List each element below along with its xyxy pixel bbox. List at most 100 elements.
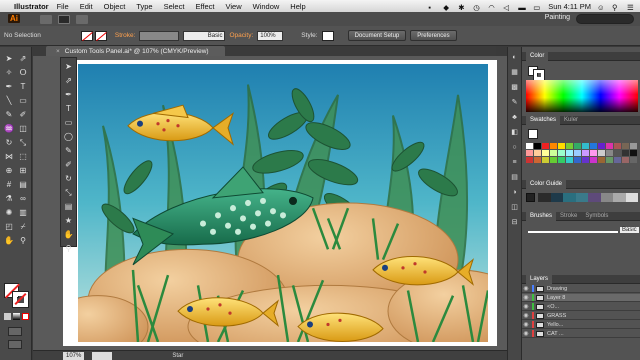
column-graph-icon[interactable]: ▥	[17, 207, 29, 218]
rotate-tool-icon[interactable]: ↻	[63, 173, 75, 184]
current-tool-status[interactable]: Star	[172, 353, 183, 359]
document-tab[interactable]: × Custom Tools Panel.ai* @ 107% (CMYK/Pr…	[46, 46, 225, 56]
layer-row[interactable]: ◉ CAT ...	[522, 330, 640, 338]
color-swatch[interactable]	[550, 157, 557, 163]
user-icon[interactable]: ☺	[597, 3, 606, 12]
symbol-sprayer-icon[interactable]: ✺	[3, 207, 15, 218]
scale-tool-icon[interactable]: ⤡	[63, 187, 75, 198]
color-swatch[interactable]	[542, 150, 549, 156]
layer-name[interactable]: CAT ...	[547, 331, 564, 337]
hand-tool-icon[interactable]: ✋	[3, 235, 15, 246]
layer-name[interactable]: <O...	[547, 304, 559, 310]
direct-selection-icon[interactable]: ⇗	[17, 53, 29, 64]
preferences-button[interactable]: Preferences	[410, 30, 457, 41]
color-swatch[interactable]	[598, 157, 605, 163]
color-spectrum[interactable]	[526, 80, 638, 112]
blob-brush-icon[interactable]: ♒	[3, 123, 15, 134]
color-swatch[interactable]	[534, 157, 541, 163]
color-swatch[interactable]	[582, 143, 589, 149]
layer-row[interactable]: ◉ Layer 8	[522, 294, 640, 302]
gradient-icon[interactable]: ▤	[510, 173, 520, 182]
color-swatch[interactable]	[590, 143, 597, 149]
slice-tool-icon[interactable]: ⌿	[17, 221, 29, 232]
swatches-grid[interactable]	[526, 143, 638, 163]
zoom-tool-icon[interactable]: ⚲	[63, 243, 75, 254]
layer-name[interactable]: GRASS	[547, 313, 566, 319]
clock[interactable]: Sun 4:11 PM	[548, 2, 591, 11]
guide-base-color[interactable]	[526, 193, 535, 202]
selection-tool-icon[interactable]: ➤	[3, 53, 15, 64]
color-swatch[interactable]	[622, 157, 629, 163]
color-swatch[interactable]	[598, 143, 605, 149]
search-help-input[interactable]	[576, 14, 634, 24]
rotate-tool-icon[interactable]: ↻	[3, 137, 15, 148]
direct-selection-icon[interactable]: ⇗	[63, 75, 75, 86]
color-swatch[interactable]	[550, 143, 557, 149]
color-swatch[interactable]	[566, 157, 573, 163]
opacity-field[interactable]: 100%	[257, 30, 284, 41]
graphic-styles-icon[interactable]: ◧	[510, 128, 520, 137]
free-transform-icon[interactable]: ⬚	[17, 151, 29, 162]
close-tab-icon[interactable]: ×	[56, 48, 60, 55]
brushes-tab[interactable]: Brushes	[526, 211, 557, 221]
color-swatch[interactable]	[606, 157, 613, 163]
layer-row[interactable]: ◉ <O...	[522, 303, 640, 311]
star-tool-icon[interactable]: ★	[63, 215, 75, 226]
swatches-icon[interactable]: ▩	[510, 83, 520, 92]
color-swatch[interactable]	[614, 150, 621, 156]
color-swatch[interactable]	[622, 143, 629, 149]
visibility-eye-icon[interactable]: ◉	[522, 312, 530, 319]
paintbrush-icon[interactable]: ✎	[63, 145, 75, 156]
pen-tool-icon[interactable]: ✒	[63, 89, 75, 100]
color-swatch[interactable]	[574, 150, 581, 156]
color-stroke-swatch[interactable]	[533, 69, 545, 81]
color-swatch[interactable]	[566, 143, 573, 149]
time-machine-icon[interactable]: ◷	[473, 3, 482, 12]
visibility-eye-icon[interactable]: ◉	[522, 330, 530, 337]
layer-row[interactable]: ◉ Yello...	[522, 321, 640, 329]
transparency-icon[interactable]: ◑	[510, 188, 520, 197]
scale-tool-icon[interactable]: ⤡	[17, 137, 29, 148]
color-swatch[interactable]	[542, 157, 549, 163]
fill-stroke-control[interactable]	[4, 283, 30, 308]
rectangle-tool-icon[interactable]: ▭	[63, 117, 75, 128]
artboard-navigation[interactable]	[92, 351, 113, 360]
stroke-tab[interactable]: Stroke	[556, 213, 581, 219]
gradient-tool-icon[interactable]: ▤	[63, 201, 75, 212]
arrange-documents-icon[interactable]	[58, 14, 70, 24]
visibility-eye-icon[interactable]: ◉	[522, 294, 530, 301]
workspace-switcher[interactable]: Painting	[545, 14, 570, 21]
layer-name[interactable]: Yello...	[547, 322, 563, 328]
notifications-icon[interactable]: ☰	[627, 3, 636, 12]
shape-builder-icon[interactable]: ⊕	[3, 165, 15, 176]
color-swatch[interactable]	[614, 157, 621, 163]
color-swatch[interactable]	[566, 150, 573, 156]
sync-icon[interactable]	[76, 14, 88, 24]
lasso-icon[interactable]: ⵔ	[17, 67, 29, 78]
stroke-weight-field[interactable]	[139, 30, 180, 41]
app-menu[interactable]: Illustrator	[14, 2, 49, 11]
color-swatch[interactable]	[622, 150, 629, 156]
color-swatch[interactable]	[606, 143, 613, 149]
spotlight-icon[interactable]: ⚲	[612, 3, 621, 12]
rectangle-tool-icon[interactable]: ▭	[17, 95, 29, 106]
brushes-icon[interactable]: ✎	[510, 98, 520, 107]
menu-view[interactable]: View	[225, 2, 241, 11]
color-swatch[interactable]	[534, 150, 541, 156]
status-icon[interactable]: ▪	[428, 3, 437, 12]
bridge-icon[interactable]	[40, 14, 52, 24]
wifi-icon[interactable]: ◠	[488, 3, 497, 12]
battery-icon[interactable]: ▭	[533, 3, 542, 12]
basic-brush-preview[interactable]	[528, 231, 618, 233]
status-icon[interactable]: ◆	[443, 3, 452, 12]
layer-row[interactable]: ◉ GRASS	[522, 312, 640, 320]
color-swatch[interactable]	[558, 150, 565, 156]
visibility-eye-icon[interactable]: ◉	[522, 303, 530, 310]
color-panel-header[interactable]: Color	[522, 51, 640, 61]
basic-brush-label[interactable]: Basic	[620, 227, 639, 233]
pencil-icon[interactable]: ✐	[63, 159, 75, 170]
menu-window[interactable]: Window	[253, 2, 280, 11]
stroke-swatch[interactable]	[94, 30, 107, 41]
color-swatch[interactable]	[558, 157, 565, 163]
perspective-grid-icon[interactable]: ⊞	[17, 165, 29, 176]
